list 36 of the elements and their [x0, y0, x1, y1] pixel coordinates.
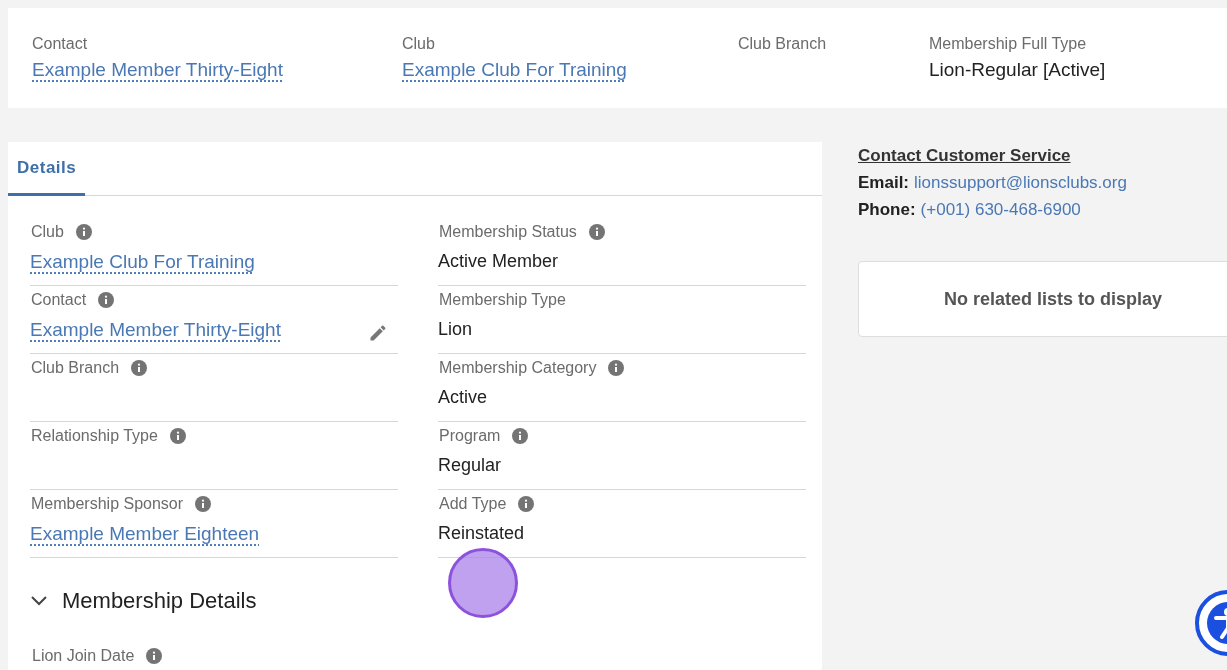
field-value: Lion	[438, 319, 473, 340]
field-label: Membership Category	[439, 359, 597, 377]
field-label: Contact	[32, 35, 88, 53]
field-label: Club	[31, 223, 64, 241]
section-toggle[interactable]: Membership Details	[22, 584, 265, 618]
field-value: Reinstated	[438, 523, 525, 544]
record-link[interactable]: Example Club For Training	[402, 59, 627, 81]
contact-link[interactable]: (+001) 630-468-6900	[920, 200, 1081, 220]
details-tab[interactable]: Details	[8, 143, 86, 196]
field-label: Club Branch	[738, 35, 827, 53]
record-link[interactable]: Example Member Thirty-Eight	[30, 319, 281, 341]
pencil-icon[interactable]	[368, 323, 388, 343]
field-label: Add Type	[439, 495, 507, 513]
field-value: Active	[438, 387, 488, 408]
field-label: Membership Type	[439, 291, 566, 309]
field-label: Membership Status	[439, 223, 577, 241]
field-label: Contact	[31, 291, 87, 309]
field-value: Active Member	[438, 251, 559, 272]
record-link[interactable]: Example Club For Training	[30, 251, 255, 273]
chevron-icon	[30, 595, 48, 607]
field-label: Membership Full Type	[929, 35, 1087, 53]
section-heading: Contact Customer Service	[858, 146, 1071, 166]
field-label: Lion Join Date	[32, 647, 135, 665]
field-label: Club	[402, 35, 435, 53]
empty-message: No related lists to display	[943, 288, 1163, 310]
field-label: Membership Sponsor	[31, 495, 184, 513]
field-label: Club Branch	[31, 359, 120, 377]
contact-link[interactable]: lionssupport@lionsclubs.org	[914, 173, 1127, 193]
field-label: Program	[439, 427, 501, 445]
record-link[interactable]: Example Member Eighteen	[30, 523, 260, 545]
field-value: Regular	[438, 455, 502, 476]
record-link[interactable]: Example Member Thirty-Eight	[32, 59, 283, 81]
contact-label: Email:	[858, 173, 910, 193]
contact-label: Phone:	[858, 200, 916, 220]
field-value: Lion-Regular [Active]	[929, 59, 1106, 81]
field-label: Relationship Type	[31, 427, 158, 445]
